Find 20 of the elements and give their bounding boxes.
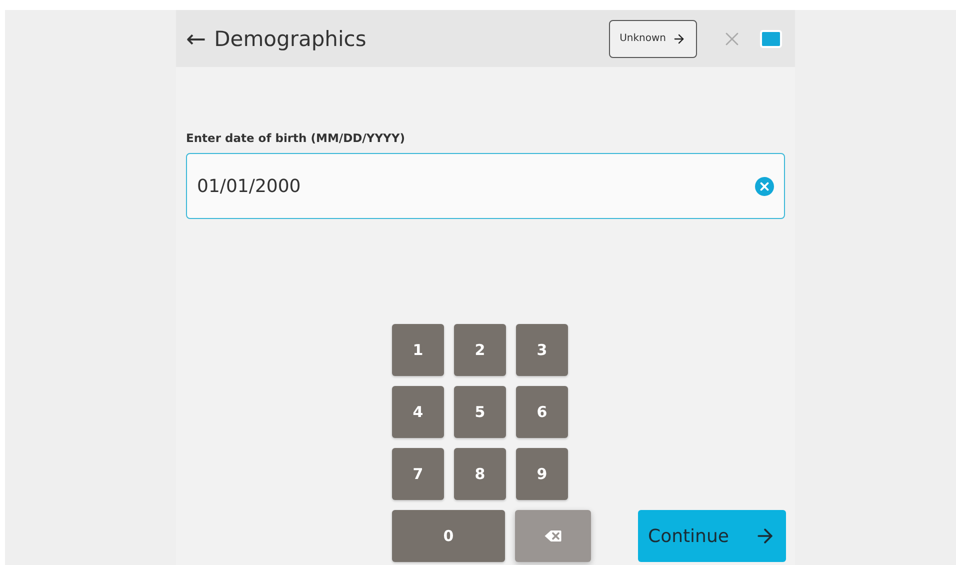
field-value: 01/01/2000	[197, 176, 302, 196]
digit-key[interactable]: 3	[516, 324, 568, 376]
digit-key[interactable]: 5	[454, 386, 506, 438]
date-input-field[interactable]: 01/01/2000	[186, 153, 785, 219]
field-label: Enter date of birth (MM/DD/YYYY)	[186, 131, 406, 145]
unknown-button[interactable]: Unknown	[608, 20, 697, 58]
digit-key[interactable]: 4	[392, 386, 444, 438]
digit-key[interactable]: 8	[454, 448, 506, 500]
clear-icon[interactable]	[755, 176, 774, 196]
digit-key[interactable]: 6	[516, 386, 568, 438]
digit-key[interactable]: 1	[392, 324, 444, 376]
arrow-right-icon	[672, 32, 686, 46]
digit-key[interactable]: 9	[516, 448, 568, 500]
digit-key[interactable]: 0	[392, 510, 505, 562]
backspace-key[interactable]	[515, 510, 591, 562]
back-button[interactable]: ←	[186, 24, 206, 52]
continue-button[interactable]: Continue	[638, 510, 786, 562]
digit-key[interactable]: 7	[392, 448, 444, 500]
page-title: Demographics	[214, 26, 368, 50]
digit-key[interactable]: 2	[454, 324, 506, 376]
